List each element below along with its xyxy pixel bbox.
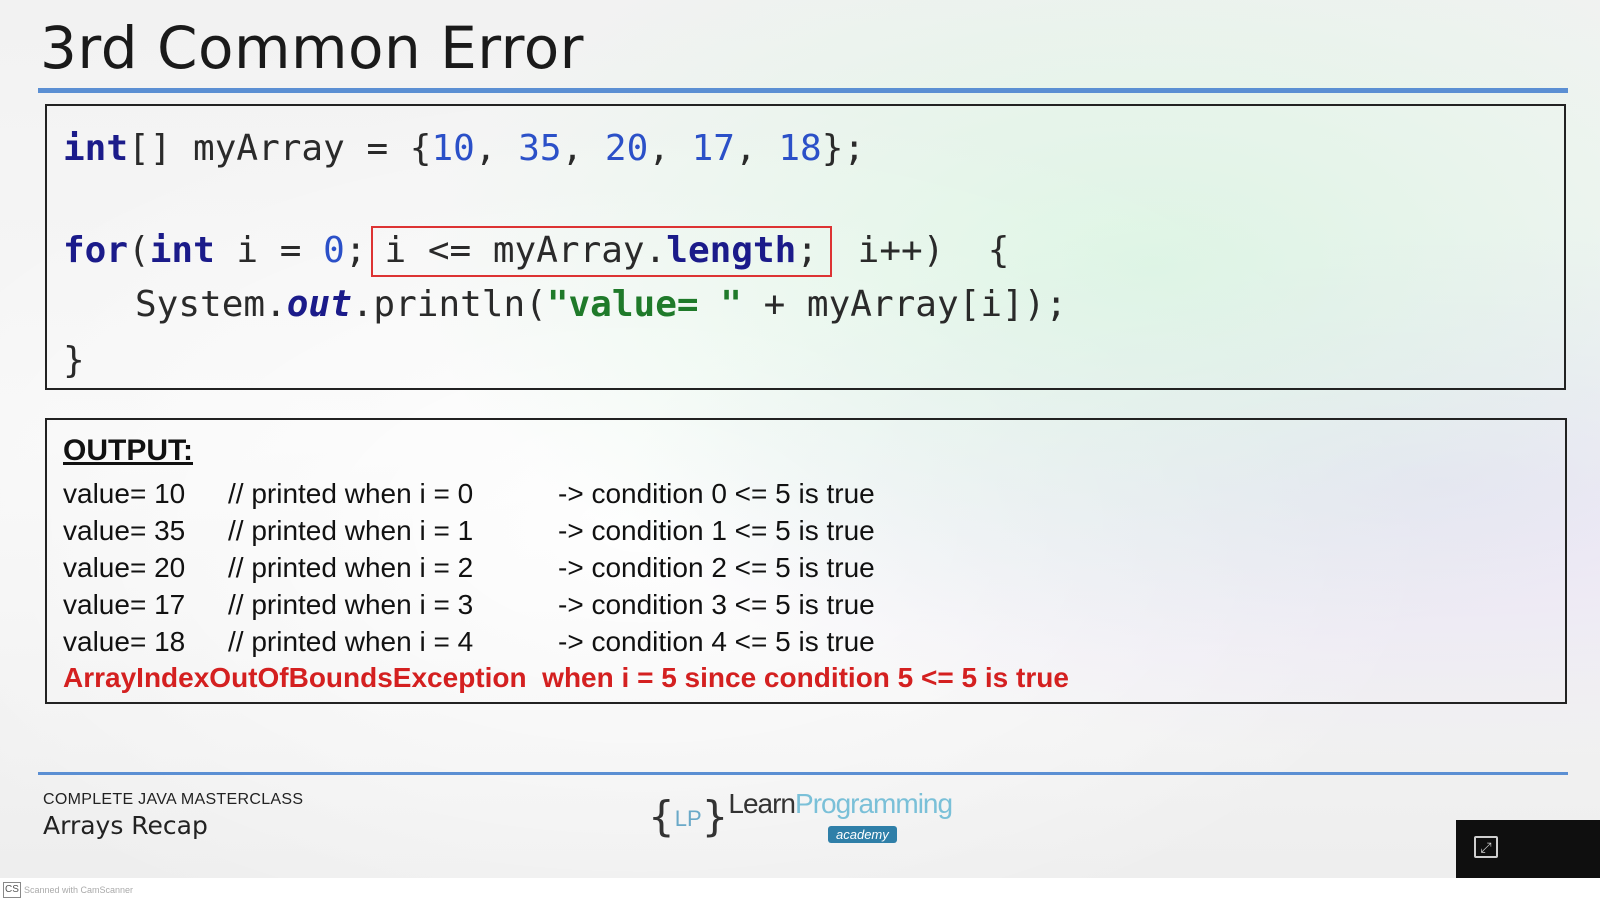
- output-condition: -> condition 1 <= 5 is true: [558, 515, 875, 546]
- array-value: 17: [691, 128, 735, 169]
- output-condition: -> condition 0 <= 5 is true: [558, 478, 875, 509]
- array-separator: ,: [734, 128, 779, 169]
- slide-title: 3rd Common Error: [40, 14, 585, 82]
- slide: 3rd Common Error int[] myArray = {10, 35…: [0, 0, 1600, 878]
- println-call: .println(: [351, 284, 547, 325]
- scanner-badge: CS: [3, 882, 21, 898]
- code-line-4: }: [63, 340, 85, 381]
- output-value: value= 35: [63, 515, 186, 546]
- output-row: value= 35 // printed when i = 1 -> conditi…: [63, 515, 875, 547]
- output-row: value= 18 // printed when i = 4 -> conditi…: [63, 626, 875, 658]
- logo-brace-close: }: [701, 792, 729, 841]
- output-block: OUTPUT: value= 10 // printed when i = 0 ->…: [45, 418, 1567, 704]
- length-field: length: [666, 230, 797, 271]
- brand-logo: {LP}LearnProgramming academy: [648, 788, 953, 843]
- code-type-keyword: int: [63, 128, 129, 169]
- loop-init-value: 0: [323, 230, 345, 271]
- output-comment: // printed when i = 3: [228, 589, 474, 620]
- output-comment: // printed when i = 0: [228, 478, 474, 509]
- scanner-strip: CS Scanned with CamScanner: [0, 878, 1600, 903]
- output-value: value= 18: [63, 626, 186, 657]
- code-line-end: };: [821, 128, 866, 169]
- lesson-name: Arrays Recap: [43, 811, 208, 840]
- output-comment: // printed when i = 4: [228, 626, 474, 657]
- output-condition: -> condition 4 <= 5 is true: [558, 626, 875, 657]
- array-separator: ,: [561, 128, 605, 169]
- logo-learn: Learn: [728, 788, 796, 819]
- condition-part: i <= myArray.: [384, 230, 667, 271]
- for-keyword: for: [63, 230, 129, 271]
- loop-increment: i++) {: [836, 230, 1010, 271]
- int-keyword: int: [149, 230, 215, 271]
- fullscreen-icon[interactable]: ⤢: [1474, 836, 1498, 858]
- output-value: value= 20: [63, 552, 186, 583]
- output-condition: -> condition 3 <= 5 is true: [558, 589, 875, 620]
- out-field: out: [286, 284, 352, 325]
- array-separator: ,: [648, 128, 692, 169]
- array-value: 10: [431, 128, 475, 169]
- highlighted-condition: i <= myArray.length;: [370, 226, 832, 277]
- logo-academy-badge: academy: [828, 826, 897, 843]
- code-line-3: System.out.println("value= " + myArray[i…: [135, 284, 1067, 325]
- output-value: value= 17: [63, 589, 186, 620]
- init-semicolon: ;: [344, 230, 367, 271]
- array-value: 35: [518, 128, 562, 169]
- string-literal: "value= ": [546, 284, 742, 325]
- open-paren: (: [128, 230, 150, 271]
- output-row: value= 17 // printed when i = 3 -> conditi…: [63, 589, 875, 621]
- code-line-1: int[] myArray = {10, 35, 20, 17, 18};: [63, 128, 865, 169]
- output-title: OUTPUT:: [63, 434, 193, 467]
- logo-brace-open: {: [648, 792, 675, 841]
- loop-init: i =: [214, 230, 324, 271]
- output-comment: // printed when i = 2: [228, 552, 474, 583]
- code-declaration: [] myArray = {: [128, 128, 432, 169]
- array-value: 20: [604, 128, 649, 169]
- code-line-2: for(int i = 0; i <= myArray.length; i++) …: [63, 226, 1010, 277]
- exception-message: ArrayIndexOutOfBoundsException when i = …: [63, 662, 1069, 693]
- output-row: value= 20 // printed when i = 2 -> conditi…: [63, 552, 875, 584]
- course-name: COMPLETE JAVA MASTERCLASS: [43, 791, 304, 808]
- output-condition: -> condition 2 <= 5 is true: [558, 552, 875, 583]
- println-args: + myArray[i]);: [741, 284, 1068, 325]
- scanner-text: Scanned with CamScanner: [24, 885, 134, 895]
- output-value: value= 10: [63, 478, 186, 509]
- array-separator: ,: [474, 128, 519, 169]
- code-block: int[] myArray = {10, 35, 20, 17, 18}; fo…: [45, 104, 1566, 390]
- output-row: value= 10 // printed when i = 0 -> conditi…: [63, 478, 875, 510]
- logo-initials: LP: [674, 806, 702, 831]
- title-divider: [38, 88, 1568, 93]
- player-control-bar: ⤢: [1456, 820, 1600, 878]
- output-comment: // printed when i = 1: [228, 515, 474, 546]
- array-value: 18: [778, 128, 822, 169]
- system-class: System.: [135, 284, 287, 325]
- condition-semicolon: ;: [796, 230, 818, 271]
- logo-programming: Programming: [795, 788, 953, 819]
- footer-divider: [38, 772, 1568, 775]
